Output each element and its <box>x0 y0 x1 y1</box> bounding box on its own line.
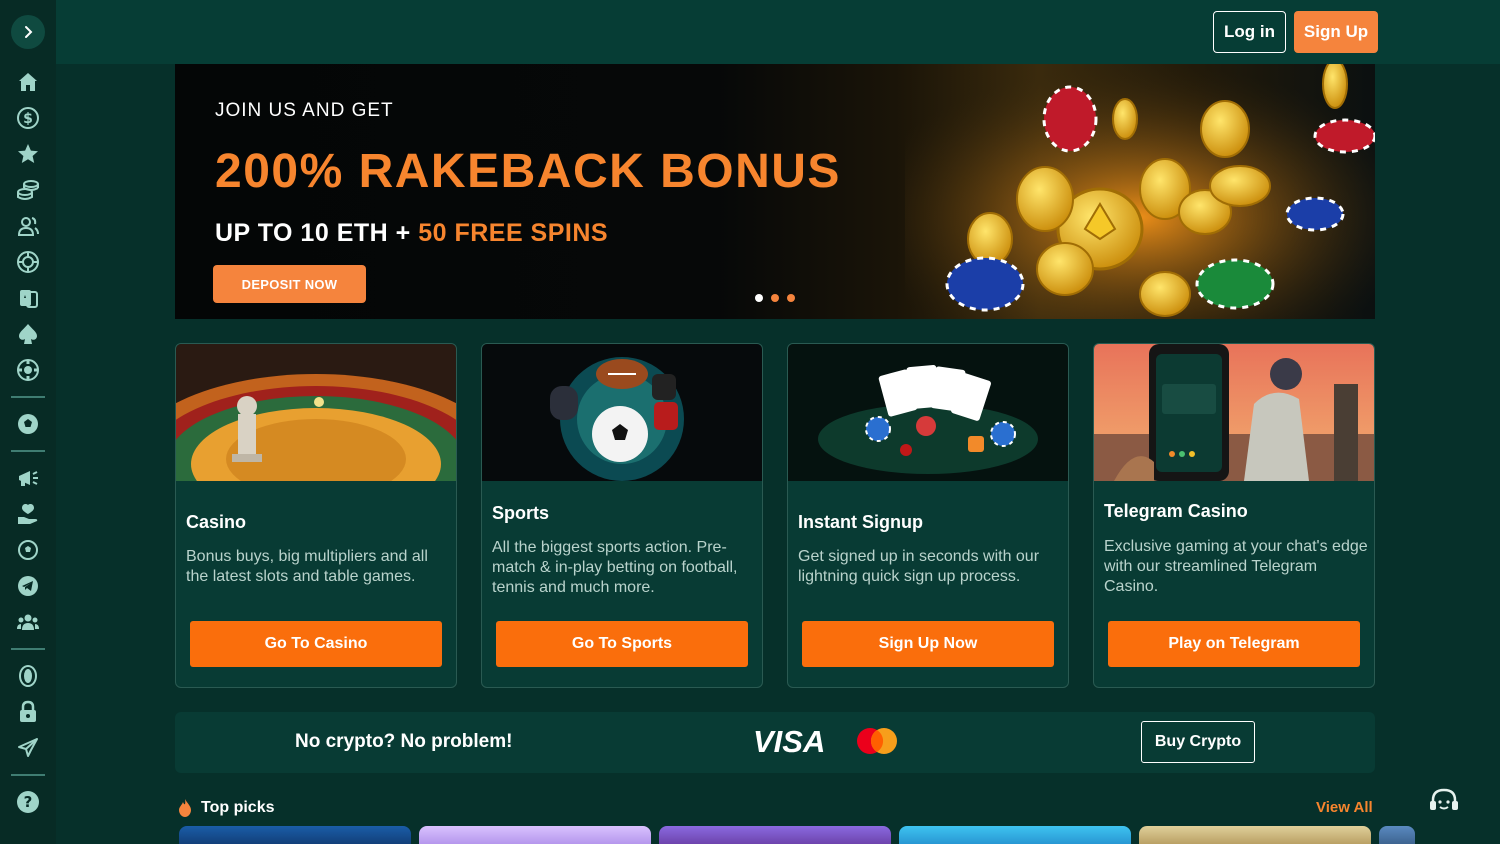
login-button[interactable]: Log in <box>1213 11 1286 53</box>
hero-subtitle-main: UP TO 10 ETH + <box>215 219 419 247</box>
card-description: Get signed up in seconds with our lightn… <box>798 548 1040 585</box>
signup-button[interactable]: Sign Up <box>1294 11 1378 53</box>
home-icon[interactable] <box>14 68 42 96</box>
coins-icon[interactable] <box>14 176 42 204</box>
hero-subtitle-accent: 50 FREE SPINS <box>418 219 609 247</box>
go-to-sports-button[interactable]: Go To Sports <box>496 621 748 667</box>
visa-logo: VISA <box>753 724 826 759</box>
help-icon[interactable]: ? <box>14 788 42 816</box>
instant-signup-card-image <box>788 344 1068 481</box>
view-all-link[interactable]: View All <box>1316 799 1373 816</box>
game-thumbnail[interactable] <box>659 826 891 844</box>
card-title: Instant Signup <box>798 512 923 532</box>
carousel-dots <box>755 294 795 302</box>
soccer-ball-icon[interactable] <box>14 536 42 564</box>
wheel-icon[interactable] <box>14 248 42 276</box>
lock-icon[interactable] <box>14 698 42 726</box>
no-crypto-text: No crypto? No problem! <box>295 731 513 752</box>
card-title: Telegram Casino <box>1104 501 1248 521</box>
card-description: All the biggest sports action. Pre-match… <box>492 539 738 596</box>
sports-card-image <box>482 344 762 481</box>
hero-title: 200% RAKEBACK BONUS <box>215 145 841 198</box>
top-picks-title: Top picks <box>201 799 275 816</box>
sidebar-divider <box>11 396 45 398</box>
sidebar-divider <box>11 450 45 452</box>
buy-crypto-button[interactable]: Buy Crypto <box>1141 721 1255 763</box>
game-thumbnail[interactable] <box>899 826 1131 844</box>
sidebar-divider <box>11 774 45 776</box>
sidebar-divider <box>11 648 45 650</box>
telegram-icon[interactable] <box>14 572 42 600</box>
coins-and-chips-illustration <box>905 64 1375 319</box>
game-thumbnail[interactable] <box>419 826 651 844</box>
card-title: Sports <box>492 503 550 523</box>
sidebar: $ ? <box>0 0 56 844</box>
megaphone-icon[interactable] <box>14 464 42 492</box>
card-description: Bonus buys, big multipliers and all the … <box>186 548 428 585</box>
sports-card: Sports All the biggest sports action. Pr… <box>481 343 763 688</box>
hero-eyebrow: JOIN US AND GET <box>215 100 394 121</box>
hero-banner[interactable]: JOIN US AND GET 200% RAKEBACK BONUS UP T… <box>175 64 1375 319</box>
users-icon[interactable] <box>14 212 42 240</box>
telegram-casino-card-image <box>1094 344 1374 481</box>
card-title: Casino <box>186 512 247 532</box>
football-icon[interactable] <box>14 410 42 438</box>
community-icon[interactable] <box>14 608 42 636</box>
buy-crypto-strip: No crypto? No problem! VISA Buy Crypto <box>175 712 1375 773</box>
mastercard-logo <box>857 728 897 754</box>
spade-icon[interactable] <box>14 320 42 348</box>
casino-card: Casino Bonus buys, big multipliers and a… <box>175 343 457 688</box>
coin-icon[interactable] <box>14 662 42 690</box>
deposit-now-button[interactable]: DEPOSIT NOW <box>213 265 366 303</box>
chip-icon[interactable] <box>14 356 42 384</box>
go-to-casino-button[interactable]: Go To Casino <box>190 621 442 667</box>
telegram-casino-card: Telegram Casino Exclusive gaming at your… <box>1093 343 1375 688</box>
game-thumbnail[interactable] <box>1379 826 1415 844</box>
carousel-dot[interactable] <box>771 294 779 302</box>
instant-signup-card: Instant Signup Get signed up in seconds … <box>787 343 1069 688</box>
chevron-right-icon <box>25 26 33 38</box>
carousel-dot-active[interactable] <box>755 294 763 302</box>
hand-heart-icon[interactable] <box>14 500 42 528</box>
dollar-icon[interactable]: $ <box>14 104 42 132</box>
card-description: Exclusive gaming at your chat's edge wit… <box>1104 538 1368 595</box>
game-thumbnail[interactable] <box>179 826 411 844</box>
support-headset-icon[interactable] <box>1428 787 1460 817</box>
flame-icon <box>179 799 191 817</box>
play-on-telegram-button[interactable]: Play on Telegram <box>1108 621 1360 667</box>
plane-icon[interactable] <box>14 734 42 762</box>
carousel-dot[interactable] <box>787 294 795 302</box>
sign-up-now-button[interactable]: Sign Up Now <box>802 621 1054 667</box>
hero-subtitle: UP TO 10 ETH + 50 FREE SPINS <box>215 219 608 248</box>
casino-card-image <box>176 344 456 481</box>
star-icon[interactable] <box>14 140 42 168</box>
sidebar-toggle-button[interactable] <box>11 15 45 49</box>
svg-text:?: ? <box>24 793 33 811</box>
game-thumbnail[interactable] <box>1139 826 1371 844</box>
svg-text:$: $ <box>23 111 33 127</box>
cards-icon[interactable] <box>14 284 42 312</box>
